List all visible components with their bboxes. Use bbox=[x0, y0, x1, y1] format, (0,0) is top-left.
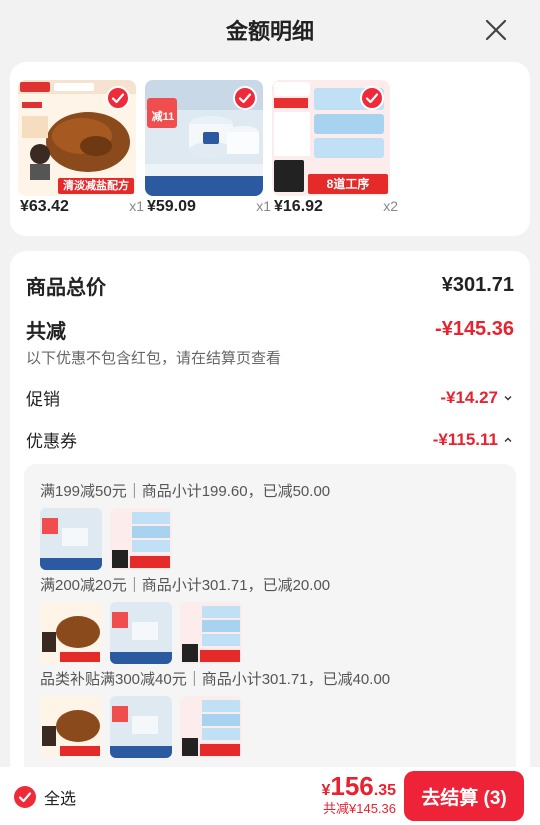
coupon-value: -¥115.11 bbox=[432, 429, 498, 449]
product-price: ¥63.42 bbox=[20, 198, 69, 215]
chevron-down-icon[interactable] bbox=[502, 392, 514, 404]
total-amount: ¥156.35 共减¥145.36 bbox=[321, 771, 396, 817]
product-item[interactable]: 减11 ¥59.09 x1 bbox=[145, 80, 271, 215]
total-saved: 共减¥145.36 bbox=[323, 801, 396, 816]
product-badge: 减11 bbox=[151, 111, 175, 123]
discount-note: 以下优惠不包含红包，请在结算页查看 bbox=[26, 350, 282, 367]
coupon-product-thumb-tissue bbox=[110, 508, 172, 570]
promo-label: 促销 bbox=[26, 390, 60, 409]
checkout-button[interactable]: 去结算 (3) bbox=[404, 771, 524, 821]
checkout-bar: 全选 ¥156.35 共减¥145.36 去结算 (3) bbox=[0, 767, 540, 825]
checkmark-icon[interactable] bbox=[14, 786, 36, 808]
coupon-product-thumb-moisturizer bbox=[110, 696, 172, 758]
total-integer: 156 bbox=[330, 771, 374, 801]
product-qty: x1 bbox=[256, 198, 271, 214]
product-price: ¥16.92 bbox=[274, 198, 323, 215]
amount-detail: 商品总价 ¥301.71 共减 -¥145.36 以下优惠不包含红包，请在结算页… bbox=[10, 251, 530, 771]
coupon-label: 优惠券 bbox=[26, 432, 77, 451]
total-discount-label: 共减 bbox=[26, 321, 66, 343]
coupon-rule-text: 满199减50元｜商品小计199.60，已减50.00 bbox=[40, 483, 331, 500]
product-price: ¥59.09 bbox=[147, 198, 196, 215]
coupon-product-thumb-beef bbox=[40, 696, 102, 758]
coupon-product-thumb-tissue bbox=[180, 696, 242, 758]
promo-value: -¥14.27 bbox=[440, 387, 498, 407]
page-title: 金额明细 bbox=[225, 19, 314, 44]
product-badge: 清淡减盐配方 bbox=[63, 180, 129, 192]
coupon-rule-text: 满200减20元｜商品小计301.71，已减20.00 bbox=[40, 577, 331, 594]
checkmark-icon[interactable] bbox=[106, 86, 130, 110]
coupon-product-thumb-moisturizer bbox=[40, 508, 102, 570]
checkmark-icon[interactable] bbox=[233, 86, 257, 110]
coupon-amount: -¥115.11 bbox=[433, 430, 514, 450]
coupon-detail-list: 满199减50元｜商品小计199.60，已减50.00 满200减20元｜商品小… bbox=[24, 464, 516, 771]
product-item[interactable]: 清淡减盐配方 ¥63.42 x1 bbox=[18, 80, 144, 215]
select-all-label: 全选 bbox=[44, 791, 77, 808]
product-qty: x1 bbox=[129, 198, 144, 214]
product-qty: x2 bbox=[383, 198, 398, 214]
select-all-toggle[interactable]: 全选 bbox=[14, 785, 76, 809]
total-decimal: .35 bbox=[373, 782, 396, 799]
product-item[interactable]: 8道工序 ¥16.92 x2 bbox=[272, 80, 398, 215]
checkmark-icon[interactable] bbox=[360, 86, 384, 110]
promo-row[interactable]: 促销 -¥14.27 bbox=[26, 385, 514, 410]
coupon-product-thumb-beef bbox=[40, 602, 102, 664]
product-image-braised-beef: 清淡减盐配方 bbox=[18, 80, 136, 196]
close-icon[interactable] bbox=[482, 16, 510, 44]
product-list: 清淡减盐配方 ¥63.42 x1 减11 ¥59.09 x1 8道工序 ¥16.… bbox=[10, 62, 530, 236]
product-image-moisturizer: 减11 bbox=[145, 80, 263, 196]
coupon-product-thumb-moisturizer bbox=[110, 602, 172, 664]
promo-amount: -¥14.27 bbox=[440, 388, 514, 408]
coupon-rule-text: 品类补贴满300减40元｜商品小计301.71，已减40.00 bbox=[40, 671, 391, 688]
total-discount-row: 共减 -¥145.36 bbox=[26, 315, 514, 344]
goods-total-value: ¥301.71 bbox=[441, 274, 514, 296]
coupon-row[interactable]: 优惠券 -¥115.11 bbox=[26, 427, 514, 452]
product-badge: 8道工序 bbox=[326, 177, 370, 191]
total-discount-value: -¥145.36 bbox=[435, 318, 514, 340]
goods-total-row: 商品总价 ¥301.71 bbox=[26, 271, 514, 300]
product-image-tissue: 8道工序 bbox=[272, 80, 390, 196]
header: 金额明细 bbox=[0, 0, 540, 60]
coupon-product-thumb-tissue bbox=[180, 602, 242, 664]
goods-total-label: 商品总价 bbox=[26, 277, 106, 299]
chevron-up-icon[interactable] bbox=[502, 434, 514, 446]
